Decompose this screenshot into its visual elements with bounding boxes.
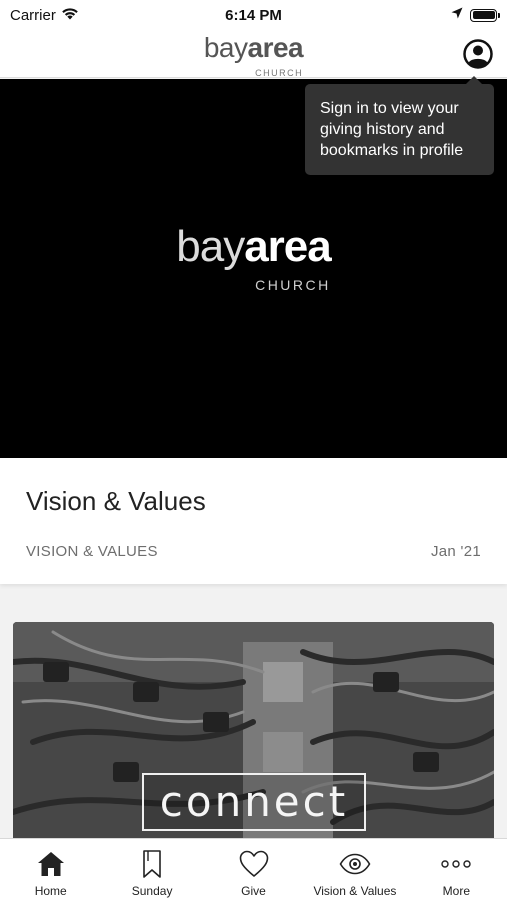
tab-bar: Home Sunday Give Vision & Values More bbox=[0, 838, 507, 900]
tab-give[interactable]: Give bbox=[203, 839, 304, 900]
profile-button[interactable] bbox=[463, 39, 493, 69]
hero-logo-light: bay bbox=[176, 222, 245, 271]
status-bar: Carrier 6:14 PM bbox=[0, 0, 507, 30]
connect-label: connect bbox=[159, 777, 349, 826]
home-icon bbox=[35, 848, 67, 880]
hero-logo-sub: CHURCH bbox=[255, 277, 331, 293]
hero-wordmark: bayarea CHURCH bbox=[176, 222, 331, 294]
brand-wordmark: bayarea CHURCH bbox=[203, 32, 304, 79]
page-title: Vision & Values bbox=[26, 486, 206, 516]
content-info-card[interactable]: Vision & Values VISION & VALUES Jan '21 bbox=[0, 458, 507, 584]
nav-header: bayarea CHURCH bbox=[0, 30, 507, 78]
connect-label-box: connect bbox=[142, 773, 366, 831]
status-right bbox=[451, 6, 500, 24]
eye-icon bbox=[339, 848, 371, 880]
info-meta: VISION & VALUES Jan '21 bbox=[26, 543, 481, 560]
tab-sunday[interactable]: Sunday bbox=[101, 839, 202, 900]
sign-in-tooltip[interactable]: Sign in to view your giving history and … bbox=[305, 76, 494, 175]
hero-logo: bayarea CHURCH bbox=[0, 222, 507, 294]
tab-home[interactable]: Home bbox=[0, 839, 101, 900]
more-icon bbox=[440, 848, 472, 880]
carrier-label: Carrier bbox=[10, 6, 56, 24]
brand-light: bay bbox=[203, 32, 248, 63]
tab-give-label: Give bbox=[241, 884, 266, 898]
bookmark-icon bbox=[136, 848, 168, 880]
tab-home-label: Home bbox=[34, 884, 67, 898]
connect-card[interactable]: connect bbox=[13, 622, 494, 842]
heart-icon bbox=[238, 848, 270, 880]
wifi-icon bbox=[61, 7, 79, 24]
location-arrow-icon bbox=[451, 6, 463, 24]
date-label: Jan '21 bbox=[430, 543, 481, 560]
brand-logo: bayarea CHURCH bbox=[0, 32, 507, 79]
tab-vision-values[interactable]: Vision & Values bbox=[304, 839, 405, 900]
tab-more-label: More bbox=[442, 884, 470, 898]
category-label: VISION & VALUES bbox=[26, 543, 158, 560]
tab-vision-values-label: Vision & Values bbox=[313, 884, 397, 898]
status-left: Carrier bbox=[10, 7, 79, 24]
battery-icon bbox=[470, 8, 500, 22]
tab-more[interactable]: More bbox=[406, 839, 507, 900]
battery-fill bbox=[472, 11, 495, 19]
tab-sunday-label: Sunday bbox=[131, 884, 173, 898]
user-profile-icon bbox=[463, 39, 493, 69]
